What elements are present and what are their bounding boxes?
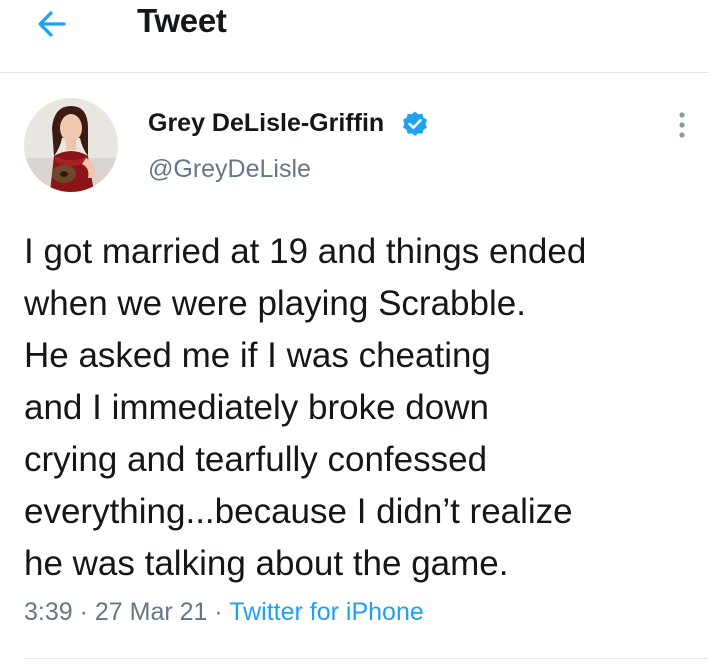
tweet-text-line: he was talking about the game. <box>24 544 509 583</box>
verified-badge-icon <box>403 111 427 136</box>
tweet-source-link[interactable]: Twitter for iPhone <box>229 598 424 626</box>
divider <box>24 658 708 659</box>
meta-separator: · <box>72 598 95 626</box>
page-title: Tweet <box>137 2 227 39</box>
tweet-text-line: and I immediately broke down <box>24 388 489 427</box>
tweet-text: I got married at 19 and things ended whe… <box>24 226 700 590</box>
tweet-text-line: I got married at 19 and things ended <box>24 232 587 271</box>
arrow-left-icon <box>38 11 66 37</box>
meta-separator: · <box>207 598 230 626</box>
back-button[interactable] <box>34 6 74 42</box>
tweet-text-line: crying and tearfully confessed <box>24 440 488 479</box>
tweet-time: 3:39 <box>24 598 73 626</box>
tweet-text-line: He asked me if I was cheating <box>24 336 491 375</box>
tweet-date: 27 Mar 21 <box>94 598 208 626</box>
more-vertical-icon <box>679 112 685 138</box>
tweet-metadata: 3:39 · 27 Mar 21 · Twitter for iPhone <box>24 598 424 627</box>
avatar[interactable] <box>24 98 118 192</box>
more-options-button[interactable] <box>670 108 694 142</box>
tweet-text-line: everything...because I didn’t realize <box>24 492 573 531</box>
author-display-name[interactable]: Grey DeLisle-Griffin <box>148 109 384 138</box>
top-bar: Tweet <box>0 0 708 73</box>
tweet-text-line: when we were playing Scrabble. <box>24 284 526 323</box>
author-handle[interactable]: @GreyDeLisle <box>148 155 311 184</box>
